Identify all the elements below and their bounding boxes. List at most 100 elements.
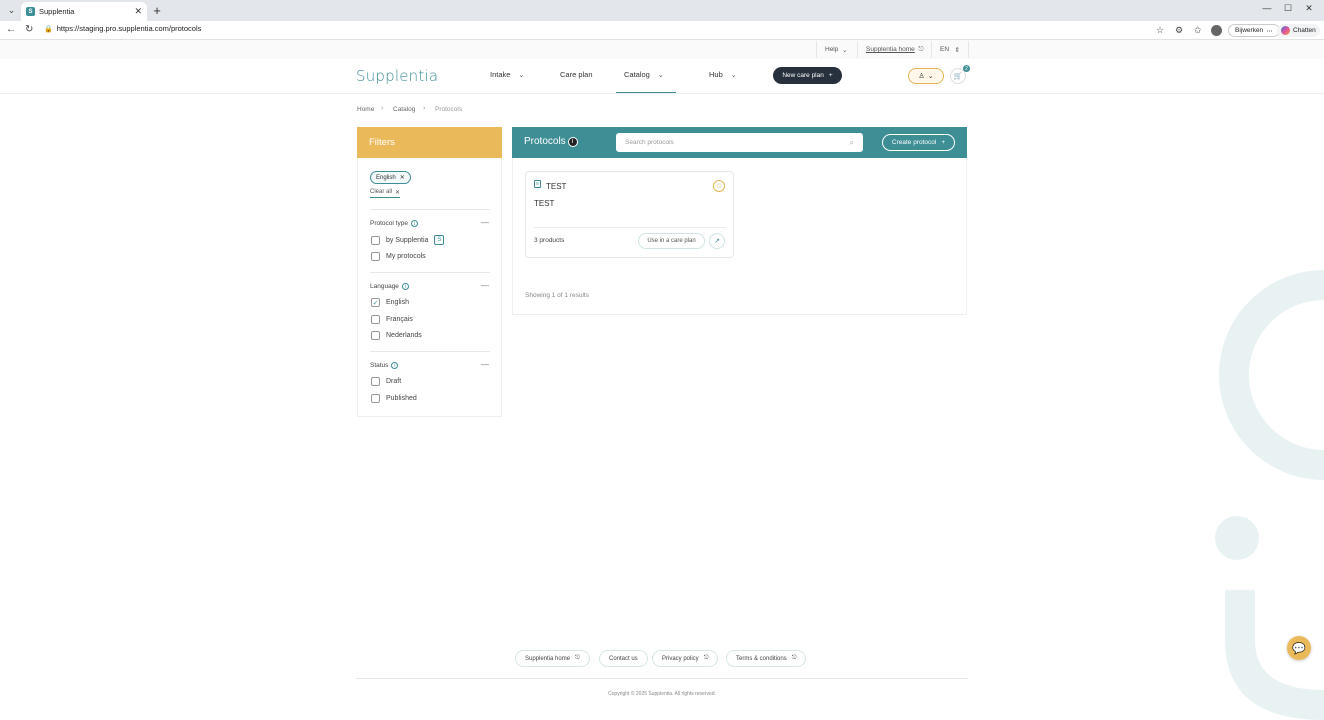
nav-catalog[interactable]: Catalog ⌄ [624, 70, 664, 79]
favorites-icon[interactable]: ✩ [1194, 25, 1202, 36]
nav-care-plan[interactable]: Care plan [560, 70, 593, 79]
footer-link-label: Privacy policy [662, 655, 699, 662]
sort-icon: ⇕ [954, 46, 960, 54]
filter-option-by-supplentia[interactable]: by Supplentia S [371, 235, 445, 245]
create-protocol-button[interactable]: Create protocol + [882, 134, 955, 151]
breadcrumb-catalog[interactable]: Catalog [393, 106, 415, 113]
user-menu-button[interactable]: ♙ ⌄ [908, 68, 944, 84]
footer-link-label: Terms & conditions [736, 655, 787, 662]
external-link-icon: ⎋ [703, 655, 709, 661]
nav-intake-label: Intake [490, 70, 511, 79]
browser-tab[interactable]: S Supplentia ✕ [21, 2, 147, 21]
url-field[interactable]: 🔒 https://staging.pro.supplentia.com/pro… [44, 24, 201, 33]
extensions-icon[interactable]: ⚙ [1175, 25, 1183, 36]
filter-option-nederlands[interactable]: Nederlands [371, 331, 422, 340]
use-in-care-plan-button[interactable]: Use in a care plan [638, 233, 705, 249]
maximize-icon[interactable]: ☐ [1278, 3, 1298, 14]
checkbox[interactable] [371, 394, 380, 403]
footer-contact-us[interactable]: Contact us [599, 650, 648, 667]
option-label: English [386, 299, 409, 306]
info-icon[interactable]: i [410, 220, 418, 227]
footer-link-label: Supplentia home [525, 655, 571, 662]
filter-group-status[interactable]: Status i [370, 362, 399, 369]
group-title-label: Protocol type [370, 220, 408, 227]
language-selector[interactable]: EN ⇕ [931, 41, 969, 58]
checkbox[interactable] [371, 315, 380, 324]
info-icon[interactable]: i [567, 136, 578, 147]
cart-icon: 🛒 [953, 73, 963, 80]
filter-group-protocol-type[interactable]: Protocol type i [370, 220, 418, 227]
info-icon[interactable]: i [401, 283, 409, 290]
filter-option-francais[interactable]: Français [371, 315, 413, 324]
chevron-down-icon: ⌄ [927, 73, 934, 80]
collapse-icon[interactable]: — [481, 281, 489, 290]
checkbox[interactable] [371, 252, 380, 261]
filter-option-published[interactable]: Published [371, 394, 417, 403]
chevron-right-icon: › [423, 105, 426, 112]
checkbox[interactable] [371, 377, 380, 386]
back-icon[interactable]: ← [6, 24, 16, 35]
site-logo[interactable]: Supplentia [356, 67, 438, 85]
nav-intake[interactable]: Intake ⌄ [490, 70, 524, 79]
minimize-icon[interactable]: — [1257, 3, 1277, 13]
chat-bubble-icon[interactable]: 💬 [1287, 636, 1311, 660]
clear-all-button[interactable]: Clear all ✕ [370, 189, 401, 198]
breadcrumb-protocols: Protocols [435, 106, 463, 113]
breadcrumb-home[interactable]: Home [357, 106, 374, 113]
browser-tab-bar: ⌄ S Supplentia ✕ + — ☐ ✕ [0, 0, 1324, 21]
collapse-icon[interactable]: — [481, 360, 489, 369]
info-icon[interactable]: i [391, 362, 399, 369]
divider [370, 272, 490, 273]
remove-chip-icon[interactable]: ✕ [400, 174, 405, 181]
option-label: My protocols [386, 253, 426, 260]
results-count: Showing 1 of 1 results [525, 292, 589, 299]
close-tab-icon[interactable]: ✕ [134, 6, 142, 17]
help-menu[interactable]: Help ⌄ [816, 41, 855, 58]
new-tab-icon[interactable]: + [150, 3, 164, 18]
protocol-product-count: 3 products [534, 237, 565, 244]
nav-hub[interactable]: Hub ⌄ [709, 70, 737, 79]
protocols-title-label: Protocols [524, 136, 566, 147]
tab-list-icon[interactable]: ⌄ [4, 3, 19, 18]
checkbox[interactable] [371, 331, 380, 340]
checkbox[interactable] [371, 235, 380, 245]
open-arrow-icon[interactable]: ↗ [709, 233, 725, 249]
update-label: Bijwerken [1235, 27, 1264, 34]
language-label: EN [940, 46, 950, 53]
filter-option-english[interactable]: ✓ English [371, 298, 409, 307]
footer-privacy-policy[interactable]: Privacy policy ⎋ [652, 650, 719, 667]
filter-group-language[interactable]: Language i [370, 283, 409, 290]
profile-avatar[interactable] [1211, 25, 1222, 36]
filter-option-my-protocols[interactable]: My protocols [371, 252, 426, 261]
chevron-down-icon: ⌄ [518, 71, 525, 79]
search-input[interactable]: Search protocols ⌕ [616, 133, 863, 152]
collapse-icon[interactable]: — [481, 218, 489, 227]
protocols-title: Protocols i [524, 136, 578, 147]
active-filter-chip[interactable]: English ✕ [370, 171, 411, 184]
footer-terms[interactable]: Terms & conditions ⎋ [726, 650, 807, 667]
star-icon[interactable]: ☆ [713, 180, 725, 192]
checkbox-checked[interactable]: ✓ [371, 298, 380, 307]
clear-all-label: Clear all [370, 189, 393, 195]
protocol-card-title[interactable]: TEST [546, 182, 566, 191]
group-title-label: Status [370, 362, 389, 369]
external-link-icon: ⎋ [791, 655, 797, 661]
help-label: Help [825, 46, 839, 53]
close-window-icon[interactable]: ✕ [1299, 3, 1319, 14]
update-button[interactable]: Bijwerken ⋯ [1228, 24, 1280, 37]
plus-icon: + [828, 72, 833, 79]
copilot-button[interactable]: Chatten [1277, 24, 1320, 37]
favicon-icon: S [26, 7, 35, 16]
filter-option-draft[interactable]: Draft [371, 377, 401, 386]
favorite-star-icon[interactable]: ☆ [1156, 25, 1164, 36]
nav-care-plan-label: Care plan [560, 70, 593, 79]
nav-catalog-label: Catalog [624, 70, 650, 79]
supplentia-home-link[interactable]: Supplentia home ⎋ [857, 41, 932, 58]
reload-icon[interactable]: ↻ [25, 24, 33, 35]
cart-count-badge: 2 [963, 65, 970, 72]
chevron-down-icon: ⌄ [730, 71, 737, 79]
footer-supplentia-home[interactable]: Supplentia home ⎋ [515, 650, 590, 667]
chat-label: Chatten [1293, 27, 1316, 34]
new-care-plan-button[interactable]: New care plan + [773, 67, 842, 84]
create-protocol-label: Create protocol [891, 139, 937, 146]
